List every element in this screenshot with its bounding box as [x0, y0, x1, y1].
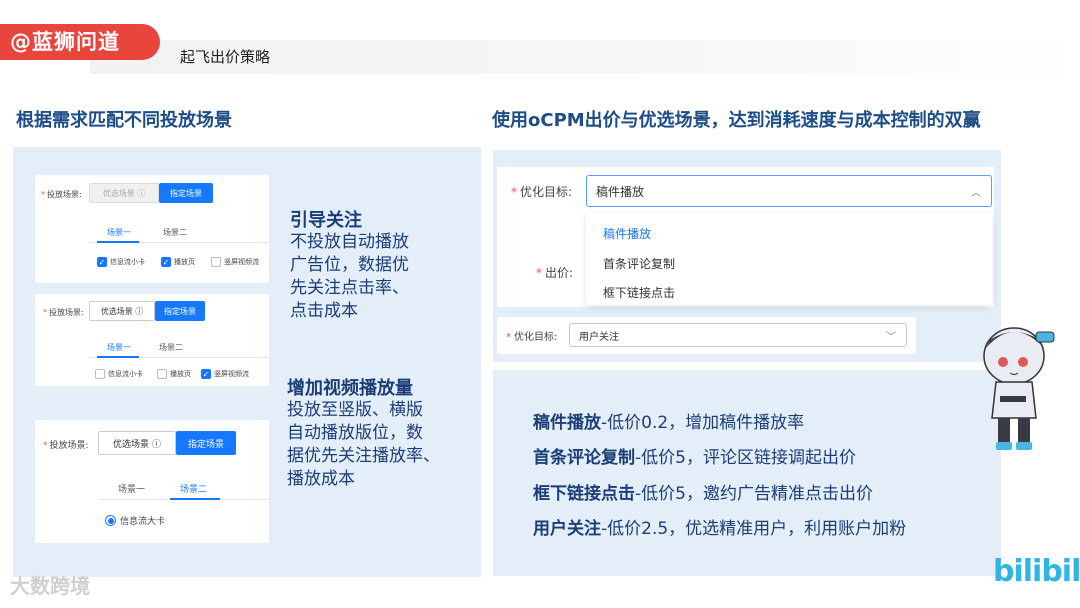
goal-select-value: 稿件播放	[596, 184, 645, 199]
watermark: 大数跨境	[10, 574, 90, 598]
brand-tag: @蓝狮问道	[0, 24, 160, 60]
scene-field-label: * 投放场景:	[43, 441, 89, 451]
specified-scene-option[interactable]: 指定场景	[155, 301, 205, 321]
right-section-title: 使用oCPM出价与优选场景，达到消耗速度与成本控制的双赢	[492, 110, 981, 131]
tab-scene-2[interactable]: 场景二	[159, 342, 183, 353]
bullet-user-follow: 用户关注-低价2.5，优选精准用户，利用账户加粉	[533, 519, 907, 539]
slide: @蓝狮问道 起飞出价策略 根据需求匹配不同投放场景 使用oCPM出价与优选场景，…	[0, 0, 1080, 608]
tab-ink-bar	[97, 241, 139, 243]
desc-line: 不投放自动播放	[290, 232, 409, 252]
checkbox-play-page[interactable]: 播放页	[157, 369, 191, 379]
preferred-scene-option[interactable]: 优选场景 ⓘ	[98, 431, 176, 455]
chevron-down-icon: ﹀	[886, 331, 896, 343]
desc-line: 广告位，数据优	[290, 255, 409, 275]
check-icon: ✓	[97, 257, 107, 267]
desc1-body: 不投放自动播放 广告位，数据优 先关注点击率、 点击成本	[290, 231, 409, 323]
desc2-head: 增加视频播放量	[287, 378, 413, 399]
help-icon: ⓘ	[135, 306, 144, 316]
dropdown-option-first-comment[interactable]: 首条评论复制	[603, 255, 675, 272]
tab-scene-2[interactable]: 场景二	[163, 227, 187, 238]
header-subtitle: 起飞出价策略	[180, 48, 271, 66]
desc1-head: 引导关注	[290, 210, 362, 231]
radio-feed-large[interactable]: 信息流大卡	[105, 514, 165, 527]
scene-tabs: 场景一 场景二	[89, 227, 269, 243]
checkbox-feed-small[interactable]: 信息流小卡	[95, 369, 143, 379]
dropdown-option-link-click[interactable]: 框下链接点击	[603, 284, 675, 301]
scene-card-3: * 投放场景: 优选场景 ⓘ 指定场景 场景一 场景二 信息流大卡	[35, 420, 269, 543]
scene-tabs: 场景一 场景二	[89, 342, 269, 358]
bullet-first-comment: 首条评论复制-低价5，评论区链接调起出价	[533, 448, 856, 468]
scene-tabs: 场景一 场景二	[98, 482, 269, 500]
goal2-label: * 优化目标:	[506, 332, 558, 343]
left-section-title: 根据需求匹配不同投放场景	[16, 110, 232, 131]
bullet-video-play: 稿件播放-低价0.2，增加稿件播放率	[533, 413, 805, 433]
scene-card-1: * 投放场景: 优选场景 ⓘ 指定场景 场景一 场景二 ✓ 信息流小卡 ✓ 播放页 竖…	[35, 175, 269, 283]
specified-scene-option[interactable]: 指定场景	[159, 183, 213, 203]
scene-field-label: * 投放场景:	[41, 190, 82, 199]
desc-line: 自动播放版位，数	[287, 423, 423, 443]
preferred-scene-option[interactable]: 优选场景 ⓘ	[89, 183, 159, 203]
checkbox-feed-small[interactable]: ✓ 信息流小卡	[97, 257, 145, 267]
checkbox-play-page[interactable]: ✓ 播放页	[161, 257, 195, 267]
dropdown-option-video-play[interactable]: 稿件播放	[603, 225, 651, 242]
check-icon: ✓	[161, 257, 171, 267]
scene-card-2: * 投放场景: 优选场景 ⓘ 指定场景 场景一 场景二 信息流小卡 播放页 ✓ 竖屏…	[35, 294, 269, 386]
checkbox-vertical-feed[interactable]: ✓ 竖屏视频流	[201, 369, 249, 379]
specified-scene-option[interactable]: 指定场景	[176, 431, 236, 455]
tab-ink-bar	[170, 498, 220, 500]
tab-scene-2[interactable]: 场景二	[180, 482, 207, 495]
tab-scene-1[interactable]: 场景一	[107, 342, 131, 353]
goal2-select-value: 用户关注	[579, 331, 619, 343]
desc-line: 据优先关注播放率、	[287, 446, 440, 466]
bilibili-logo: bilibili	[993, 554, 1080, 589]
goal-select[interactable]: 稿件播放 ︿	[586, 175, 992, 207]
check-icon: ✓	[201, 369, 211, 379]
tab-ink-bar	[97, 356, 139, 358]
goal-dropdown: 稿件播放 首条评论复制 框下链接点击	[586, 213, 992, 305]
tab-scene-1[interactable]: 场景一	[118, 482, 145, 495]
scene-field-label: * 投放场景:	[43, 308, 84, 317]
desc-line: 先关注点击率、	[290, 278, 409, 298]
help-icon: ⓘ	[151, 439, 161, 450]
desc-line: 点击成本	[290, 301, 358, 321]
chevron-up-icon: ︿	[971, 187, 981, 199]
goal-label: * 优化目标:	[511, 185, 573, 199]
checkbox-vertical-feed[interactable]: 竖屏视频流	[211, 257, 259, 267]
goal2-card: * 优化目标: 用户关注 ﹀	[497, 317, 916, 354]
preferred-scene-option[interactable]: 优选场景 ⓘ	[89, 301, 155, 321]
desc-line: 投放至竖版、横版	[287, 400, 423, 420]
right-bottom-panel	[493, 370, 1001, 576]
bullet-link-click: 框下链接点击-低价5，邀约广告精准点击出价	[533, 484, 873, 504]
radio-selected-icon	[105, 515, 116, 526]
desc2-body: 投放至竖版、横版 自动播放版位，数 据优先关注播放率、 播放成本	[287, 399, 440, 491]
bid-label: * 出价:	[536, 266, 574, 280]
help-icon: ⓘ	[137, 188, 146, 198]
goal2-select[interactable]: 用户关注 ﹀	[569, 323, 907, 347]
tab-scene-1[interactable]: 场景一	[107, 227, 131, 238]
mascot-illustration	[983, 327, 1055, 450]
desc-line: 播放成本	[287, 469, 355, 489]
